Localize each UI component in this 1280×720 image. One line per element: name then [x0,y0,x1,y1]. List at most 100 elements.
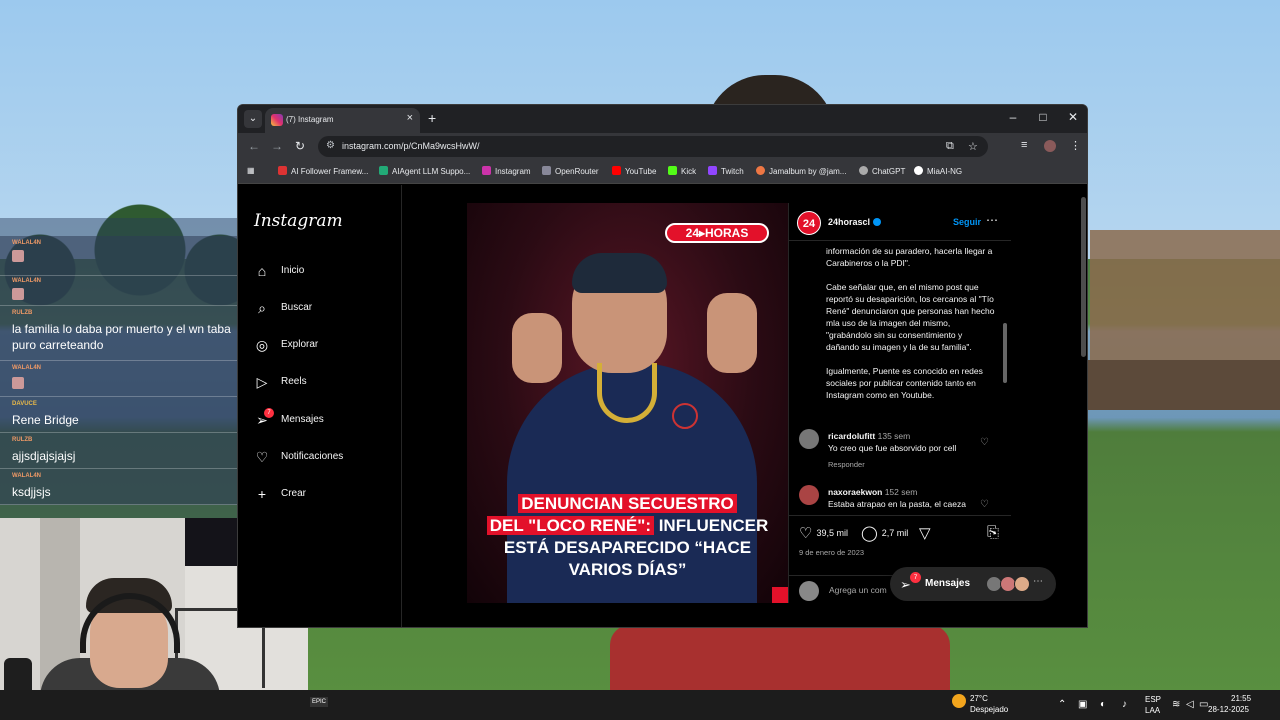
tab-search-button[interactable]: ⌄ [244,110,262,128]
bookmark-item[interactable]: OpenRouter [542,166,599,176]
nav-item-explore[interactable]: ◎ Explorar [254,335,394,359]
volume-icon[interactable]: ◁ [1186,699,1194,710]
nav-item-home[interactable]: ⌂ Inicio [254,261,394,285]
caption-paragraph: Igualmente, Puente es conocido en redes … [826,366,983,400]
comment-header[interactable]: ricardolufitt 135 sem [828,431,910,441]
post-username[interactable]: 24horascl [828,217,882,227]
follow-button[interactable]: Seguir [953,217,981,227]
apps-grid-icon[interactable]: ▦ [247,166,255,175]
bookmark-star-icon[interactable]: ☆ [968,140,978,153]
weather-temp[interactable]: 27°C [970,694,988,703]
page-scrollbar[interactable] [1080,197,1087,627]
profile-avatar[interactable] [1044,140,1056,152]
address-bar[interactable]: ⚙ instagram.com/p/CnMa9wcsHwW/ ☆ ⧉ [318,136,988,157]
post-person-hair [572,253,667,293]
tray-app-icon[interactable]: ◐ [1100,699,1106,710]
maximize-button[interactable]: □ [1033,110,1053,124]
menu-dots-icon[interactable]: ⋮ [1070,139,1081,152]
share-button[interactable]: ▽ [919,524,935,542]
heart-icon[interactable]: ♡ [980,499,989,510]
keyboard-layout[interactable]: LAA [1145,706,1160,715]
new-tab-button[interactable]: + [428,110,436,126]
taskbar: EPIC 27°C Despejado ⌃ ▣ ◐ ♪ ESP LAA ≋ ◁ … [0,690,1280,720]
post-red-square [772,587,788,603]
post-caption: información de su paradero, hacerla lleg… [826,245,996,413]
weather-sun-icon[interactable] [952,694,966,708]
avatar[interactable] [799,485,819,505]
media-controls-icon[interactable]: ≡ [1021,139,1027,151]
weather-condition[interactable]: Despejado [970,705,1008,714]
forward-arrow-icon[interactable]: → [271,139,283,153]
close-window-button[interactable]: ✕ [1063,110,1083,124]
tab-close-icon[interactable]: × [407,112,413,124]
caption-paragraph: Cabe señalar que, en el mismo post que r… [826,282,995,352]
chat-username: WALAL4N [12,278,41,284]
chat-message: WALAL4N [0,361,237,397]
comment-time: 152 sem [884,487,918,497]
avatar[interactable]: 24 [797,211,821,235]
comment-username[interactable]: naxoraekwon [828,487,882,497]
background-pier [1085,360,1280,410]
comment-button[interactable]: ◯ 2,7 mil [861,524,908,542]
bookmark-item[interactable]: YouTube [612,166,656,176]
comment-username[interactable]: ricardolufitt [828,431,875,441]
heart-icon[interactable]: ♡ [980,437,989,448]
avatar[interactable] [799,429,819,449]
back-arrow-icon[interactable]: ← [248,139,260,153]
tab-instagram[interactable]: (7) Instagram × [265,108,420,133]
caption-paragraph: información de su paradero, hacerla lleg… [826,246,993,268]
bookmark-item[interactable]: AIAgent LLM Suppo... [379,166,470,176]
nav-item-create[interactable]: + Crear [254,484,394,508]
bookmark-item[interactable]: MiaAI-NG [914,166,962,176]
save-button[interactable]: ⎘ [987,524,1003,541]
avatar [1014,576,1030,592]
site-settings-icon[interactable]: ⚙ [326,140,335,151]
chat-text: la familia lo daba por muerto y el wn ta… [12,322,231,352]
comment-header[interactable]: naxoraekwon 152 sem [828,487,917,497]
nav-item-notifications[interactable]: ♡ Notificaciones [254,447,394,471]
minimize-button[interactable]: – [1003,110,1023,124]
url-text[interactable]: instagram.com/p/CnMa9wcsHwW/ [342,141,480,151]
comments-scrollbar[interactable] [1002,245,1008,513]
chat-message: RULZB ajjsdjajsjajsj [0,433,237,469]
nav-label: Buscar [281,302,313,313]
instagram-logo[interactable]: Instagram [254,211,343,231]
bookmark-item[interactable]: AI Follower Framew... [278,166,368,176]
post-image[interactable]: 24▸HORAS DENUNCIAN SECUESTRO DEL "LOCO R… [467,203,788,603]
reply-button[interactable]: Responder [828,460,865,469]
bookmark-icon: ⎘ [987,524,1000,541]
tab-title: (7) Instagram [286,115,334,124]
page-scrollbar-thumb[interactable] [1081,197,1086,357]
background-person-shirt [610,625,950,695]
chat-text: ksdjjsjs [12,485,51,499]
more-dots-icon: ⋯ [1033,576,1043,587]
epic-games-icon[interactable]: EPIC [310,697,329,707]
bookmark-item[interactable]: Jamalbum by @jam... [756,166,846,176]
nav-item-messages[interactable]: ➢ 7 Mensajes [254,408,394,434]
bookmark-item[interactable]: Kick [668,166,696,176]
bookmarks-bar: ▦ AI Follower Framew... AIAgent LLM Supp… [238,160,1087,184]
comment-input[interactable]: Agrega un com [829,585,887,595]
home-icon: ⌂ [257,263,267,279]
microphone-icon[interactable]: ♪ [1122,699,1127,710]
nav-item-search[interactable]: ⌕ Buscar [254,298,394,322]
language-code[interactable]: ESP [1145,695,1161,704]
more-options-icon[interactable]: ⋯ [986,213,998,227]
bookmark-item[interactable]: Twitch [708,166,744,176]
messages-pill[interactable]: ➢ 7 Mensajes ⋯ [890,567,1056,601]
install-app-icon[interactable]: ⧉ [946,140,954,153]
clock-date[interactable]: 28-12-2025 [1208,705,1249,714]
nav-item-reels[interactable]: ▷ Reels [254,372,394,396]
bookmark-item[interactable]: ChatGPT [859,166,905,176]
scrollbar-thumb[interactable] [1003,323,1007,383]
bookmark-item[interactable]: Instagram [482,166,531,176]
post-person-hand-left [512,313,562,383]
wifi-icon[interactable]: ≋ [1172,699,1180,710]
like-button[interactable]: ♡ 39,5 mil [799,524,848,542]
chat-text: Rene Bridge [12,413,79,427]
clock-time[interactable]: 21:55 [1231,694,1251,703]
chevron-up-icon[interactable]: ⌃ [1058,699,1066,710]
bookmark-label: OpenRouter [555,167,599,176]
tray-app-icon[interactable]: ▣ [1078,699,1087,710]
reload-icon[interactable]: ↻ [295,139,305,153]
